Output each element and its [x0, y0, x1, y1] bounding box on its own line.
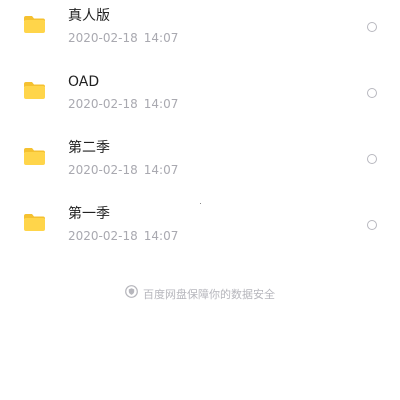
folder-modified: 2020-02-18 14:07	[68, 163, 178, 177]
folder-icon	[23, 81, 46, 100]
modified-date: 2020-02-18	[68, 31, 138, 45]
shield-icon	[125, 285, 138, 303]
folder-icon	[23, 147, 46, 166]
folder-icon	[23, 15, 46, 34]
select-radio[interactable]	[367, 22, 377, 32]
modified-date: 2020-02-18	[68, 163, 138, 177]
folder-name: 第二季	[68, 140, 110, 156]
security-notice: 百度网盘保障你的数据安全	[0, 285, 400, 303]
modified-time: 14:07	[143, 163, 179, 177]
folder-modified: 2020-02-18 14:07	[68, 229, 178, 243]
file-row[interactable]: 真人版 2020-02-18 14:07	[0, 0, 400, 66]
security-notice-text: 百度网盘保障你的数据安全	[143, 288, 275, 301]
select-radio[interactable]	[367, 220, 377, 230]
folder-modified: 2020-02-18 14:07	[68, 31, 178, 45]
folder-name: 第一季	[68, 206, 110, 222]
stray-dot	[200, 203, 201, 204]
file-row[interactable]: 第一季 2020-02-18 14:07	[0, 198, 400, 264]
folder-modified: 2020-02-18 14:07	[68, 97, 178, 111]
file-list: 真人版 2020-02-18 14:07 OAD 2020-02-18 14:07	[0, 0, 400, 243]
file-row[interactable]: 第二季 2020-02-18 14:07	[0, 132, 400, 198]
folder-icon	[23, 213, 46, 232]
folder-name: 真人版	[68, 8, 110, 24]
select-radio[interactable]	[367, 154, 377, 164]
file-row[interactable]: OAD 2020-02-18 14:07	[0, 66, 400, 132]
modified-time: 14:07	[143, 229, 179, 243]
folder-name: OAD	[68, 74, 100, 90]
select-radio[interactable]	[367, 88, 377, 98]
modified-time: 14:07	[143, 31, 179, 45]
modified-date: 2020-02-18	[68, 97, 138, 111]
file-list-screen: 真人版 2020-02-18 14:07 OAD 2020-02-18 14:07	[0, 0, 400, 400]
modified-date: 2020-02-18	[68, 229, 138, 243]
modified-time: 14:07	[143, 97, 179, 111]
